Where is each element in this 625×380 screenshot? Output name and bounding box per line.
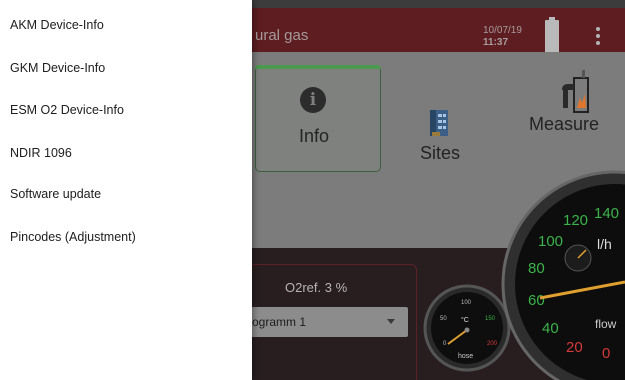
menu-item-gkm-device-info[interactable]: GKM Device-Info [10,61,105,75]
menu-item-ndir-1096[interactable]: NDIR 1096 [10,146,72,160]
app-root: ural gas 10/07/19 11:37 i Info Sites Mea… [0,0,625,380]
menu-item-akm-device-info[interactable]: AKM Device-Info [10,18,104,32]
menu-item-esm-o2-device-info[interactable]: ESM O2 Device-Info [10,103,124,117]
nav-drawer: AKM Device-Info GKM Device-Info ESM O2 D… [0,0,252,380]
menu-item-software-update[interactable]: Software update [10,187,101,201]
drawer-scrim[interactable] [252,0,625,380]
menu-item-pincodes-adjustment[interactable]: Pincodes (Adjustment) [10,230,136,244]
